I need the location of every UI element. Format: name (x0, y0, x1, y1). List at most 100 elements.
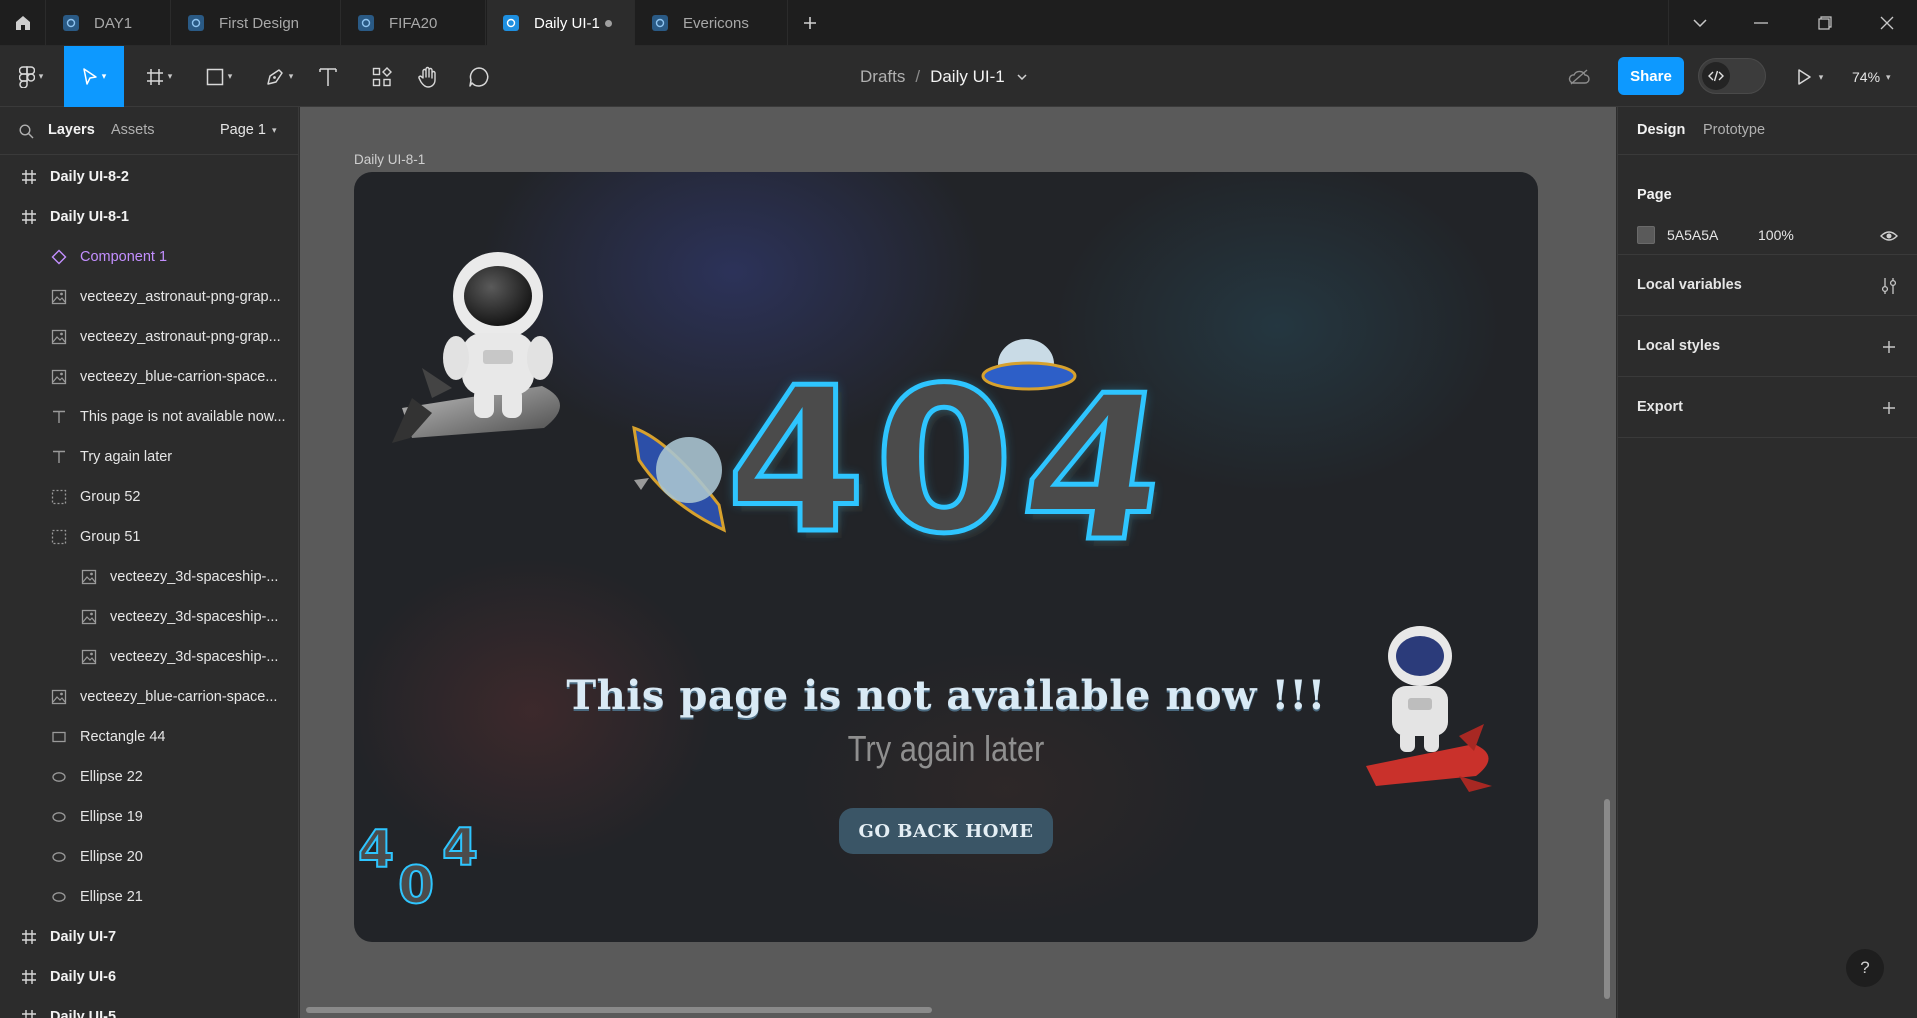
layer-row[interactable]: Daily UI-7 (0, 917, 298, 957)
artboard-404[interactable]: 4 0 4 This page is not available now !!!… (354, 172, 1538, 942)
breadcrumb-drafts[interactable]: Drafts (860, 67, 905, 87)
layer-row[interactable]: Try again later (0, 437, 298, 477)
dev-mode-toggle[interactable] (1698, 58, 1766, 94)
tab-layers[interactable]: Layers (48, 122, 95, 138)
layer-label: Component 1 (80, 249, 168, 265)
zoom-control[interactable]: 74% ▾ (1852, 60, 1908, 94)
code-icon (1708, 70, 1724, 82)
text-tool[interactable] (312, 46, 344, 107)
file-name[interactable]: Daily UI-1 (930, 67, 1005, 87)
tab-assets[interactable]: Assets (111, 122, 155, 138)
plus-icon[interactable] (1882, 340, 1896, 354)
shape-tool[interactable]: ▾ (196, 46, 242, 107)
local-variables-section[interactable]: Local variables (1618, 255, 1917, 316)
tab-first-design[interactable]: First Design (172, 0, 341, 46)
page-section-title: Page (1637, 187, 1672, 203)
search-icon[interactable] (19, 124, 34, 139)
layer-row[interactable]: Daily UI-5 (0, 997, 298, 1018)
pen-tool[interactable]: ▾ (256, 46, 302, 107)
present-button[interactable]: ▾ (1786, 60, 1834, 94)
go-back-home-button[interactable]: GO BACK HOME (839, 808, 1053, 854)
page-color-swatch[interactable] (1637, 226, 1655, 244)
figma-file-icon (63, 15, 79, 31)
group-icon (50, 488, 68, 506)
share-button[interactable]: Share (1618, 57, 1684, 95)
offline-indicator[interactable] (1566, 64, 1592, 90)
move-tool[interactable]: ▾ (64, 46, 124, 107)
horizontal-scrollbar[interactable] (306, 1007, 932, 1013)
layer-row[interactable]: Ellipse 22 (0, 757, 298, 797)
resources-tool[interactable] (366, 46, 398, 107)
local-styles-section[interactable]: Local styles (1618, 316, 1917, 377)
layer-row[interactable]: Rectangle 44 (0, 717, 298, 757)
tab-daily-ui-1[interactable]: Daily UI-1 (487, 0, 635, 46)
layer-row[interactable]: Ellipse 21 (0, 877, 298, 917)
layer-row[interactable]: Component 1 (0, 237, 298, 277)
layer-row[interactable]: Daily UI-6 (0, 957, 298, 997)
home-button[interactable] (0, 0, 46, 46)
astronaut-red-rocket-image[interactable] (1364, 626, 1504, 796)
tabs-overflow-button[interactable] (1668, 0, 1730, 46)
main-menu-button[interactable]: ▾ (8, 46, 54, 107)
tab-evericons[interactable]: Evericons (636, 0, 788, 46)
figma-file-icon (188, 15, 204, 31)
ellipse-icon (50, 768, 68, 786)
eye-icon[interactable] (1880, 230, 1898, 242)
figma-file-icon (503, 15, 519, 31)
chevron-down-icon: ▾ (38, 71, 44, 81)
layer-row[interactable]: Group 52 (0, 477, 298, 517)
variables-settings-icon[interactable] (1880, 277, 1898, 295)
tab-day1[interactable]: DAY1 (47, 0, 171, 46)
tab-fifa20[interactable]: FIFA20 (342, 0, 486, 46)
chevron-down-icon[interactable] (1017, 73, 1027, 80)
layer-label: Daily UI-6 (50, 969, 117, 985)
layer-label: vecteezy_3d-spaceship-... (110, 569, 279, 585)
error-code-graphic[interactable]: 4 0 4 (629, 339, 1189, 589)
layer-row[interactable]: vecteezy_3d-spaceship-... (0, 597, 298, 637)
frame-tool[interactable]: ▾ (136, 46, 182, 107)
tab-prototype[interactable]: Prototype (1703, 122, 1765, 138)
chevron-down-icon: ▾ (1818, 71, 1824, 82)
layer-row[interactable]: vecteezy_3d-spaceship-... (0, 557, 298, 597)
help-button[interactable]: ? (1846, 949, 1884, 987)
vertical-scrollbar[interactable] (1604, 799, 1610, 999)
layer-row[interactable]: Daily UI-8-2 (0, 157, 298, 197)
subheadline: Try again later (847, 728, 1045, 769)
close-window-button[interactable] (1862, 0, 1912, 46)
layer-row[interactable]: Ellipse 20 (0, 837, 298, 877)
tab-design[interactable]: Design (1637, 122, 1685, 138)
layer-row[interactable]: Group 51 (0, 517, 298, 557)
page-section: Page 5A5A5A 100% (1618, 155, 1917, 255)
small-404-logo[interactable]: 4 0 4 (357, 819, 488, 922)
layer-row[interactable]: Ellipse 19 (0, 797, 298, 837)
page-color-hex[interactable]: 5A5A5A (1667, 227, 1718, 243)
frame-label[interactable]: Daily UI-8-1 (354, 152, 425, 167)
local-variables-label: Local variables (1637, 277, 1742, 293)
rectangle-icon (50, 728, 68, 746)
canvas[interactable]: Daily UI-8-1 4 0 4 This page is not avai… (300, 107, 1616, 1018)
local-styles-label: Local styles (1637, 338, 1721, 354)
minimize-icon (1754, 22, 1768, 24)
layer-row[interactable]: vecteezy_blue-carrion-space... (0, 357, 298, 397)
plus-icon[interactable] (1882, 401, 1896, 415)
export-section[interactable]: Export (1618, 377, 1917, 438)
restore-button[interactable] (1800, 0, 1850, 46)
page-selector[interactable]: Page 1 ▾ (220, 122, 277, 138)
layer-row[interactable]: Daily UI-8-1 (0, 197, 298, 237)
comment-tool[interactable] (462, 46, 496, 107)
help-icon: ? (1860, 958, 1870, 977)
minimize-button[interactable] (1736, 0, 1786, 46)
layer-row[interactable]: vecteezy_3d-spaceship-... (0, 637, 298, 677)
layer-label: Ellipse 22 (80, 769, 143, 785)
layer-row[interactable]: This page is not available now... (0, 397, 298, 437)
page-opacity[interactable]: 100% (1758, 227, 1794, 243)
image-icon (50, 368, 68, 386)
layer-row[interactable]: vecteezy_astronaut-png-grap... (0, 317, 298, 357)
new-tab-button[interactable] (795, 8, 825, 38)
layer-row[interactable]: vecteezy_blue-carrion-space... (0, 677, 298, 717)
big-digit-4: 4 (724, 345, 868, 578)
astronaut-rocket-image[interactable] (392, 238, 582, 478)
layer-row[interactable]: vecteezy_astronaut-png-grap... (0, 277, 298, 317)
chevron-down-icon: ▾ (271, 124, 277, 135)
hand-tool[interactable] (412, 46, 444, 107)
